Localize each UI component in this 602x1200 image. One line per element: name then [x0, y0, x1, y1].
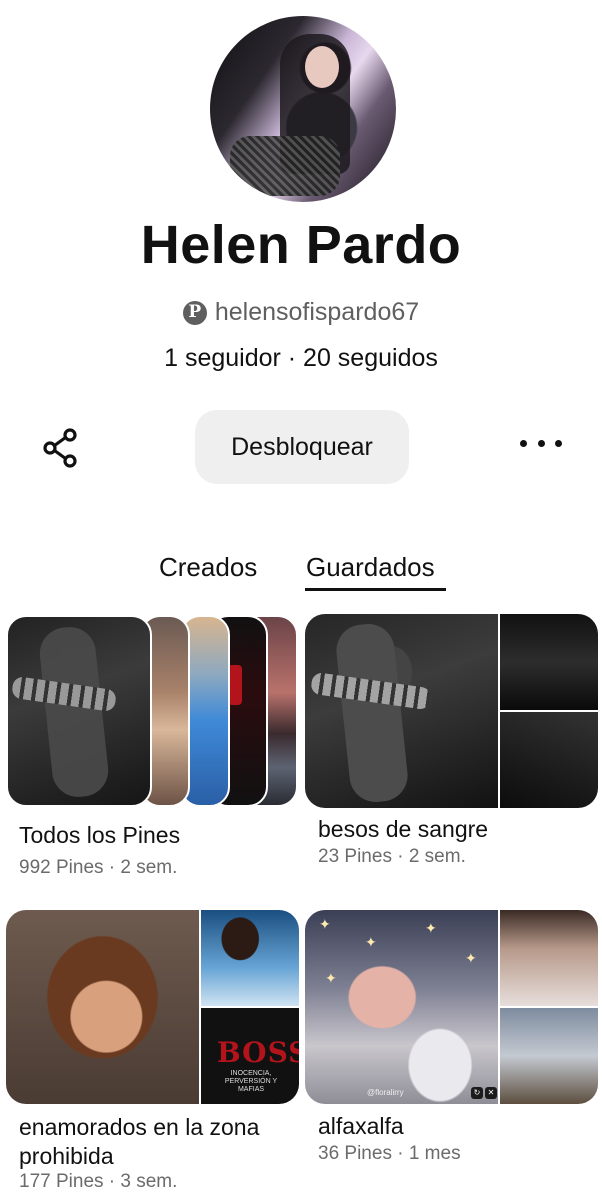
profile-handle: helensofispardo67	[214, 298, 420, 326]
board-main-image: ✦ ✦ ✦ ✦ ✦ @floralirry ↻ ✕	[305, 910, 498, 1104]
profile-handle-row: P helensofispardo67	[0, 298, 602, 327]
board-meta: 177 Pines · 3 sem.	[19, 1171, 178, 1192]
active-tab-indicator	[305, 588, 446, 591]
repin-icon: ↻	[471, 1087, 483, 1099]
board-main-image	[6, 910, 199, 1104]
tab-guardados[interactable]: Guardados	[306, 552, 435, 583]
unblock-button[interactable]: Desbloquear	[195, 410, 409, 484]
board-title[interactable]: alfaxalfa	[318, 1113, 404, 1140]
board-side-image	[201, 910, 299, 1006]
book-cover-title: BOSS	[217, 1036, 299, 1069]
image-watermark: @floralirry	[367, 1088, 404, 1097]
tab-creados[interactable]: Creados	[159, 552, 257, 583]
book-cover-subtitle: INOCENCIA, PERVERSIÓN Y MAFIAS	[224, 1070, 278, 1093]
board-side-image	[500, 614, 598, 710]
board-side-image	[500, 712, 598, 808]
share-icon[interactable]	[40, 426, 84, 470]
follow-counts[interactable]: 1 seguidor · 20 seguidos	[0, 344, 602, 373]
stack-pin-image-front	[6, 615, 152, 807]
board-cover-besos-de-sangre[interactable]	[305, 614, 598, 808]
board-meta: 992 Pines · 2 sem.	[19, 857, 178, 878]
close-icon: ✕	[485, 1087, 497, 1099]
board-meta: 36 Pines · 1 mes	[318, 1143, 461, 1164]
more-options-icon[interactable]	[520, 440, 562, 452]
pinterest-icon: P	[182, 300, 207, 325]
board-side-image: BOSS INOCENCIA, PERVERSIÓN Y MAFIAS	[201, 1008, 299, 1104]
avatar-face	[305, 46, 339, 88]
profile-name: Helen Pardo	[140, 215, 462, 275]
board-cover-enamorados[interactable]: BOSS INOCENCIA, PERVERSIÓN Y MAFIAS	[6, 910, 299, 1104]
avatar-legs	[230, 136, 340, 196]
board-side-image	[500, 910, 598, 1006]
board-title[interactable]: besos de sangre	[318, 816, 488, 843]
board-side-image	[500, 1008, 598, 1104]
board-title[interactable]: enamorados en la zona prohibida	[19, 1113, 309, 1171]
board-meta: 23 Pines · 2 sem.	[318, 846, 466, 867]
profile-avatar[interactable]	[210, 16, 396, 202]
board-cover-alfaxalfa[interactable]: ✦ ✦ ✦ ✦ ✦ @floralirry ↻ ✕	[305, 910, 598, 1104]
board-title[interactable]: Todos los Pines	[19, 822, 180, 849]
board-main-image	[305, 614, 498, 808]
